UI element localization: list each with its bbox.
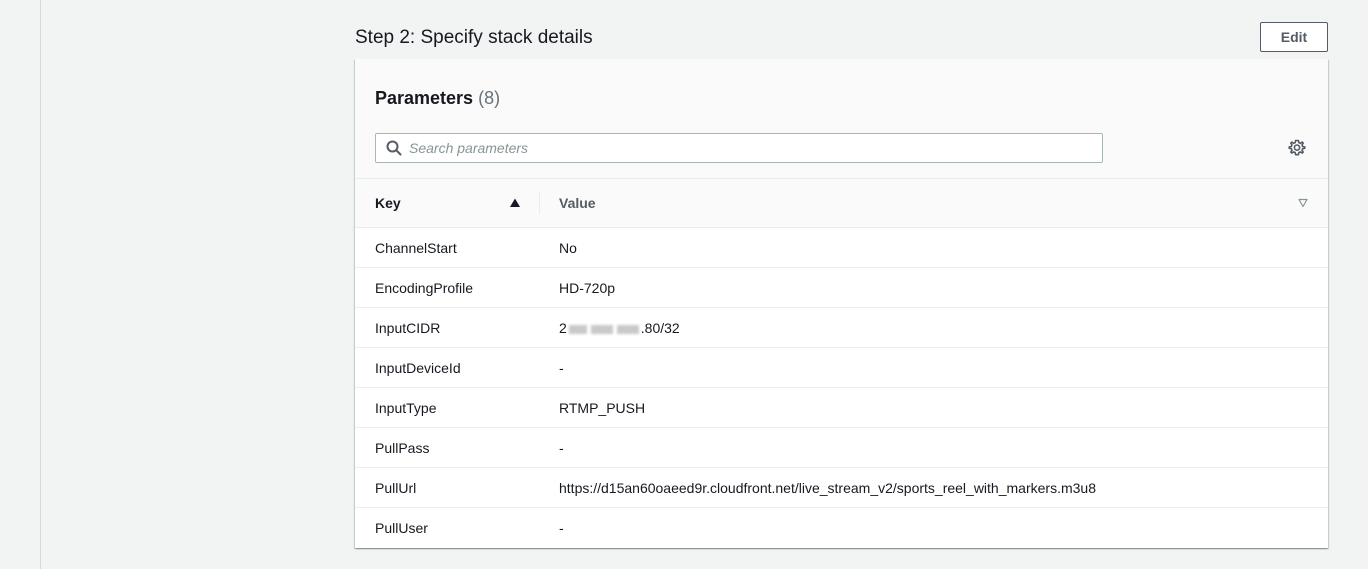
step-header: Step 2: Specify stack details Edit [355,22,1328,56]
table-row: ChannelStart No [355,228,1328,268]
redacted-block [590,324,613,334]
table-row: PullPass - [355,428,1328,468]
row-key: PullUrl [375,480,417,496]
row-value-redacted: 2 .80/32 [559,308,680,348]
row-key: PullPass [375,440,430,456]
row-value: RTMP_PUSH [559,400,646,416]
search-icon [386,140,402,156]
parameters-panel: Parameters (8) Key Value ChannelStart [355,59,1328,548]
row-value: - [559,440,564,456]
row-value: - [559,360,564,376]
table-row: InputDeviceId - [355,348,1328,388]
caret-down-icon[interactable] [1298,198,1308,208]
row-value-suffix: .80/32 [640,320,680,336]
table-row: EncodingProfile HD-720p [355,268,1328,308]
row-key: PullUser [375,520,428,536]
left-navigation-rail [0,0,41,569]
table-row: InputCIDR 2 .80/32 [355,308,1328,348]
row-value: https://d15an60oaeed9r.cloudfront.net/li… [559,480,1096,496]
parameters-title: Parameters (8) [375,87,500,109]
row-key: ChannelStart [375,240,457,256]
row-key: InputType [375,400,437,416]
column-header-key[interactable]: Key [375,179,401,227]
edit-button[interactable]: Edit [1260,22,1328,52]
table-row: InputType RTMP_PUSH [355,388,1328,428]
row-value: No [559,240,577,256]
parameters-panel-header: Parameters (8) [355,59,1328,179]
row-value: HD-720p [559,280,616,296]
sort-ascending-icon[interactable] [510,198,520,208]
redacted-block [568,324,587,334]
table-body: ChannelStart No EncodingProfile HD-720p … [355,228,1328,547]
search-input[interactable] [409,134,1089,162]
redacted-block [616,324,639,334]
parameters-count: (8) [478,88,501,108]
row-key: InputDeviceId [375,360,461,376]
table-row: PullUrl https://d15an60oaeed9r.cloudfron… [355,468,1328,508]
step-title: Step 2: Specify stack details [355,27,593,48]
parameters-title-text: Parameters [375,88,474,108]
gear-icon[interactable] [1288,139,1306,157]
column-divider[interactable] [539,192,540,214]
row-key: EncodingProfile [375,280,474,296]
table-header: Key Value [355,179,1328,228]
column-header-value[interactable]: Value [559,179,596,227]
search-box[interactable] [375,133,1103,163]
row-key: InputCIDR [375,320,441,336]
row-value-prefix: 2 [559,320,567,336]
row-value: - [559,520,564,536]
table-row: PullUser - [355,508,1328,547]
